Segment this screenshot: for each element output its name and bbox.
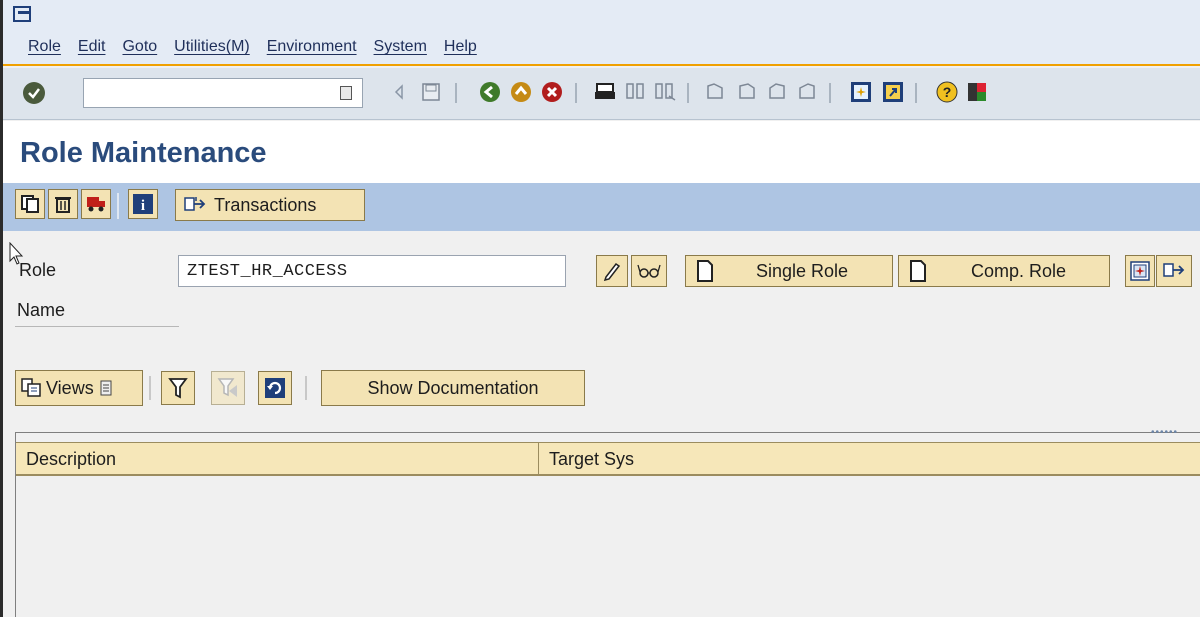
pencil-icon — [603, 262, 621, 281]
column-header-target-sys[interactable]: Target Sys — [539, 443, 1200, 475]
change-button[interactable] — [596, 255, 628, 287]
filter-delete-icon — [217, 378, 237, 397]
single-role-button[interactable]: Single Role — [685, 255, 893, 287]
menu-goto[interactable]: Goto — [122, 38, 157, 56]
menu-edit[interactable]: Edit — [78, 38, 106, 56]
last-page-icon[interactable] — [795, 80, 819, 104]
dropdown-icon — [100, 380, 112, 396]
filter-icon — [168, 378, 188, 399]
enter-icon[interactable] — [23, 82, 45, 104]
help-icon[interactable]: ? — [935, 80, 959, 104]
transactions-button[interactable]: Transactions — [175, 189, 365, 221]
exit-icon[interactable] — [509, 80, 533, 104]
generate-button[interactable] — [1125, 255, 1155, 287]
svg-text:i: i — [141, 198, 145, 214]
green-back-icon[interactable] — [478, 80, 502, 104]
menu-role[interactable]: Role — [28, 38, 61, 56]
role-label: Role — [19, 260, 57, 280]
refresh-button[interactable] — [258, 371, 292, 405]
save-icon[interactable] — [419, 80, 443, 104]
transactions-icon — [1163, 263, 1185, 277]
find-icon[interactable] — [623, 80, 647, 104]
title-bar: Role Maintenance — [3, 121, 1200, 183]
resize-handle[interactable]: •••••• — [1151, 427, 1178, 438]
cancel-icon[interactable] — [540, 80, 564, 104]
show-documentation-label: Show Documentation — [367, 377, 539, 398]
composite-role-button[interactable]: Comp. Role — [898, 255, 1110, 287]
column-header-description[interactable]: Description — [16, 443, 539, 475]
first-page-icon[interactable] — [703, 80, 727, 104]
transport-button[interactable] — [81, 189, 111, 219]
command-history-icon[interactable] — [340, 86, 352, 100]
svg-text:?: ? — [943, 84, 952, 100]
sap-window: Role Edit Goto Utilities(M) Environment … — [0, 0, 1200, 617]
menu-utilities[interactable]: Utilities(M) — [174, 38, 250, 56]
system-toolbar: ? — [3, 68, 1200, 120]
views-icon — [21, 378, 41, 397]
shortcut-icon[interactable] — [881, 80, 905, 104]
delete-button[interactable] — [48, 189, 78, 219]
role-table: •••••• Description Target Sys — [15, 427, 1200, 617]
role-input[interactable]: ZTEST_HR_ACCESS — [178, 255, 566, 287]
delete-filter-button[interactable] — [211, 371, 245, 405]
name-label: Name — [17, 300, 66, 320]
layout-menu-icon[interactable] — [965, 80, 989, 104]
create-session-icon[interactable] — [849, 80, 873, 104]
copy-icon — [21, 195, 39, 213]
information-button[interactable]: i — [128, 189, 158, 219]
generate-icon — [1130, 261, 1150, 281]
comp-role-label: Comp. Role — [971, 260, 1067, 281]
refresh-icon — [265, 378, 285, 398]
page-title: Role Maintenance — [20, 137, 267, 169]
glasses-icon — [637, 264, 661, 278]
menu-bar: Role Edit Goto Utilities(M) Environment … — [3, 0, 1200, 66]
show-documentation-button[interactable]: Show Documentation — [321, 370, 585, 406]
name-divider — [15, 326, 179, 327]
display-button[interactable] — [631, 255, 667, 287]
menu-system[interactable]: System — [374, 38, 427, 56]
command-input[interactable] — [84, 79, 334, 107]
copy-button[interactable] — [15, 189, 45, 219]
command-field[interactable] — [83, 78, 363, 108]
find-next-icon[interactable] — [653, 80, 677, 104]
application-toolbar: i Transactions — [3, 183, 1200, 231]
menu-environment[interactable]: Environment — [267, 38, 357, 56]
document-icon — [910, 260, 926, 282]
single-role-label: Single Role — [756, 260, 849, 281]
transactions-shortcut-button[interactable] — [1156, 255, 1192, 287]
views-label: Views — [46, 377, 94, 398]
menu-items: Role Edit Goto Utilities(M) Environment … — [28, 38, 494, 56]
back-icon[interactable] — [387, 80, 411, 104]
system-menu-icon[interactable] — [13, 6, 33, 24]
trash-icon — [55, 197, 71, 213]
next-page-icon[interactable] — [765, 80, 789, 104]
views-toolbar: Views Show Documentation — [3, 368, 1200, 410]
views-dropdown[interactable]: Views — [15, 370, 143, 406]
filter-button[interactable] — [161, 371, 195, 405]
transactions-icon — [184, 197, 206, 211]
transactions-label: Transactions — [214, 194, 317, 215]
info-icon: i — [133, 194, 153, 214]
truck-icon — [87, 197, 105, 212]
menu-help[interactable]: Help — [444, 38, 477, 56]
previous-page-icon[interactable] — [735, 80, 759, 104]
table-header: Description Target Sys — [16, 442, 1200, 476]
print-icon[interactable] — [593, 80, 617, 104]
document-icon — [697, 260, 713, 282]
